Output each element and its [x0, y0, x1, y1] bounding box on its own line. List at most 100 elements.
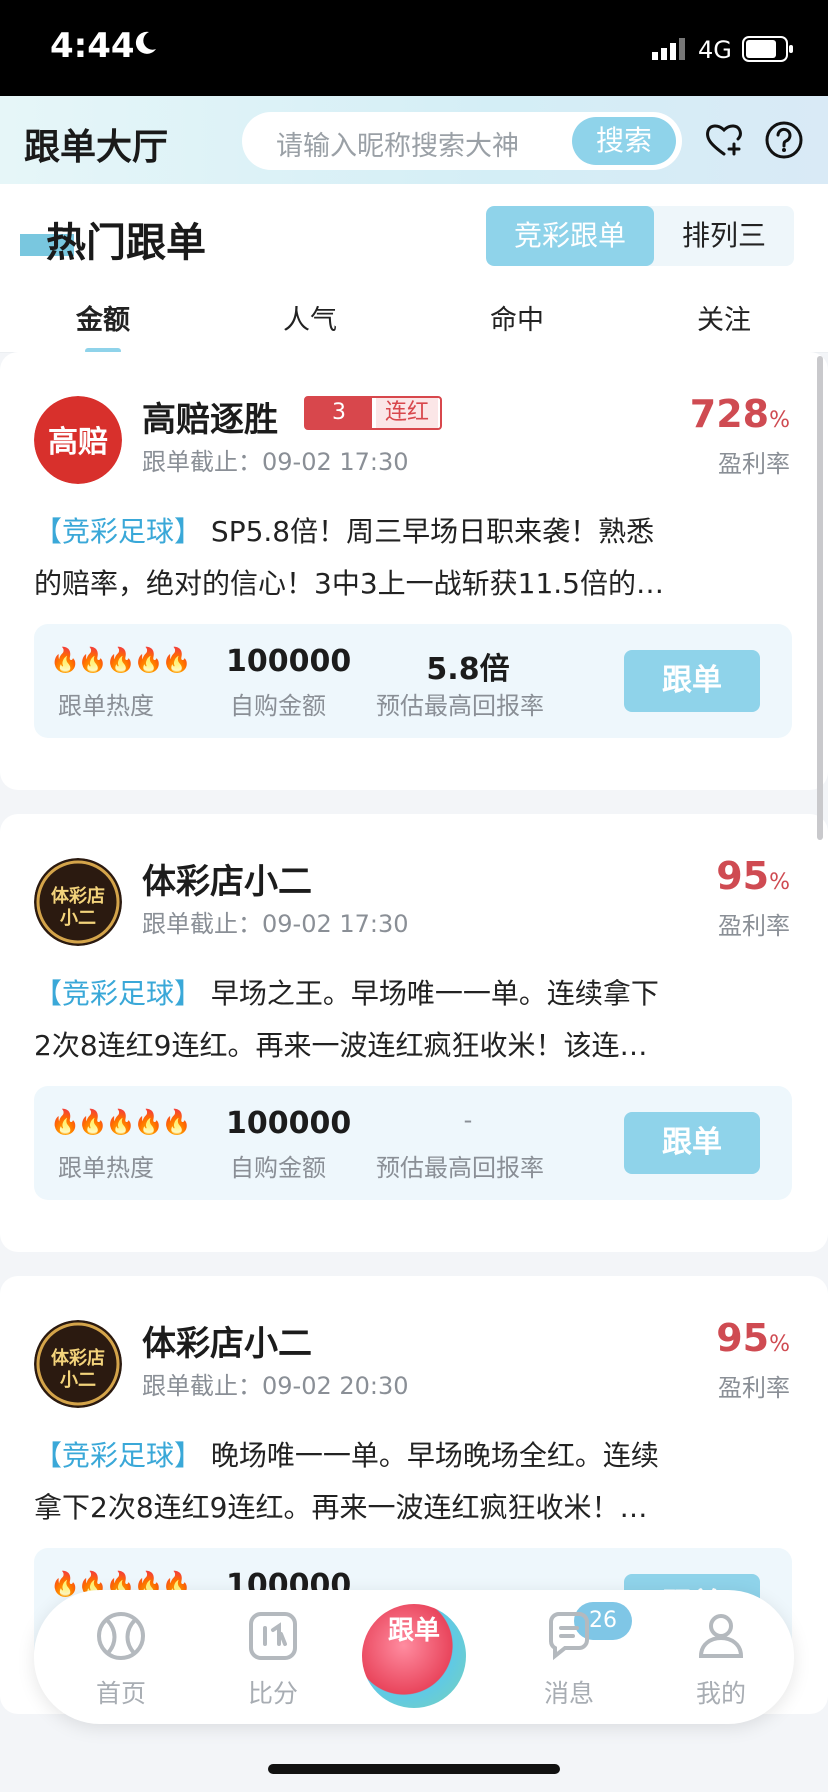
sport-tag: 【竞彩足球】	[34, 977, 203, 1010]
svg-text:体彩店: 体彩店	[51, 1347, 105, 1369]
expert-name[interactable]: 体彩店小二	[142, 854, 312, 903]
self-buy-amount: 100000	[226, 1106, 352, 1141]
rate-value: 95	[716, 1316, 770, 1360]
status-bar: 4:44 4G	[0, 0, 828, 96]
nav-messages[interactable]: 消息	[514, 1608, 624, 1710]
tab-popularity[interactable]: 人气	[250, 298, 370, 337]
heat-label: 跟单热度	[58, 692, 154, 720]
rate-value: 728	[689, 392, 770, 436]
max-return-value: -	[463, 1106, 473, 1134]
svg-text:小二: 小二	[60, 908, 96, 929]
status-time: 4:44	[50, 26, 135, 66]
profit-rate: 95%	[716, 854, 790, 898]
svg-text:体彩店: 体彩店	[51, 885, 105, 907]
moon-icon	[135, 31, 156, 54]
plan-stats: 🔥🔥🔥🔥🔥 跟单热度 100000 自购金额 5.8倍 预估最高回报率 跟单	[34, 624, 792, 738]
nav-label: 消息	[543, 1679, 594, 1708]
tab-label: 命中	[490, 305, 544, 336]
nav-score[interactable]: 比分	[218, 1608, 328, 1710]
nav-profile[interactable]: 我的	[666, 1608, 776, 1710]
tab-label: 关注	[697, 305, 751, 336]
rate-label: 盈利率	[718, 450, 790, 478]
hot-section: 热门跟单 竞彩跟单 排列三 金额 人气 命中 关注	[0, 184, 828, 354]
tab-label: 金额	[76, 305, 130, 336]
follow-button[interactable]: 跟单	[624, 1112, 760, 1174]
plan-description: 【竞彩足球】 SP5.8倍！周三早场日职来袭！熟悉 的赔率，绝对的信心！3中3上…	[34, 506, 794, 610]
svg-text:小二: 小二	[60, 1370, 96, 1391]
streak-count: 3	[306, 398, 372, 428]
user-icon	[698, 1614, 744, 1658]
rate-label: 盈利率	[718, 1374, 790, 1402]
streak-label: 连红	[376, 398, 438, 428]
nav-label: 跟单	[387, 1616, 440, 1646]
profit-rate: 95%	[716, 1316, 790, 1360]
deadline-text: 跟单截止：09-02 17:30	[142, 910, 409, 938]
self-buy-amount: 100000	[226, 644, 352, 679]
bottom-nav: 首页 比分 跟单 26 消息 我的	[34, 1590, 794, 1724]
tab-label: 人气	[283, 305, 337, 336]
ball-icon	[97, 1612, 145, 1660]
expert-name[interactable]: 高赔逐胜	[142, 392, 278, 441]
nav-home[interactable]: 首页	[66, 1608, 176, 1710]
sport-tag: 【竞彩足球】	[34, 515, 203, 548]
avatar: 高赔	[34, 396, 122, 484]
follow-card[interactable]: 高赔 高赔逐胜 3 连红 跟单截止：09-02 17:30 728% 盈利率 【…	[0, 352, 828, 790]
plan-description: 【竞彩足球】 早场之王。早场唯一一单。连续拿下 2次8连红9连红。再来一波连红疯…	[34, 968, 794, 1072]
heart-plus-icon[interactable]	[704, 120, 744, 160]
streak-badge: 3 连红	[304, 396, 442, 430]
segment-jingcai[interactable]: 竞彩跟单	[486, 206, 654, 266]
follow-card[interactable]: 体彩店 小二 体彩店小二 跟单截止：09-02 17:30 95% 盈利率 【竞彩…	[0, 814, 828, 1252]
sort-tabs: 金额 人气 命中 关注	[0, 288, 828, 354]
desc-line-1: SP5.8倍！周三早场日职来袭！熟悉	[202, 515, 655, 548]
nav-follow[interactable]: 跟单	[362, 1604, 466, 1708]
plan-description: 【竞彩足球】 晚场唯一一单。早场晚场全红。连续 拿下2次8连红9连红。再来一波连…	[34, 1430, 794, 1534]
home-indicator[interactable]	[268, 1764, 560, 1774]
deadline-text: 跟单截止：09-02 20:30	[142, 1372, 409, 1400]
max-return-label: 预估最高回报率	[376, 692, 544, 720]
signal-icon	[652, 38, 685, 60]
max-return-value: 5.8倍	[426, 652, 510, 687]
follow-button[interactable]: 跟单	[624, 650, 760, 712]
svg-text:高赔: 高赔	[48, 425, 108, 460]
score-board-icon	[249, 1612, 297, 1660]
page-title: 跟单大厅	[24, 127, 169, 168]
profit-rate: 728%	[689, 392, 790, 436]
battery-icon	[742, 36, 793, 62]
search-input[interactable]: 请输入昵称搜索大神	[276, 124, 519, 163]
plan-stats: 🔥🔥🔥🔥🔥 跟单热度 100000 自购金额 - 预估最高回报率 跟单	[34, 1086, 792, 1200]
max-return-label: 预估最高回报率	[376, 1154, 544, 1182]
segment-pailie3[interactable]: 排列三	[654, 206, 794, 266]
search-bar[interactable]: 请输入昵称搜索大神 搜索	[242, 112, 682, 170]
network-type: 4G	[698, 36, 732, 64]
heat-label: 跟单热度	[58, 1154, 154, 1182]
nav-label: 我的	[695, 1679, 746, 1708]
flame-rating-icon: 🔥🔥🔥🔥🔥	[50, 646, 191, 674]
section-title: 热门跟单	[46, 220, 206, 266]
tab-hit[interactable]: 命中	[457, 298, 577, 337]
help-icon[interactable]	[764, 120, 804, 160]
scrollbar[interactable]	[817, 356, 823, 840]
self-buy-label: 自购金额	[230, 692, 326, 720]
desc-line-2: 拿下2次8连红9连红。再来一波连红疯狂收米！…	[34, 1491, 648, 1524]
top-header: 跟单大厅 请输入昵称搜索大神 搜索	[0, 96, 828, 184]
search-button[interactable]: 搜索	[572, 117, 676, 165]
avatar: 体彩店小二	[34, 858, 122, 946]
desc-line-2: 的赔率，绝对的信心！3中3上一战斩获11.5倍的…	[34, 567, 664, 600]
self-buy-label: 自购金额	[230, 1154, 326, 1182]
desc-line-1: 晚场唯一一单。早场晚场全红。连续	[202, 1439, 659, 1472]
sport-tag: 【竞彩足球】	[34, 1439, 203, 1472]
expert-name[interactable]: 体彩店小二	[142, 1316, 312, 1365]
message-icon	[548, 1612, 589, 1661]
rate-value: 95	[716, 854, 770, 898]
nav-label: 比分	[247, 1679, 298, 1708]
avatar: 体彩店小二	[34, 1320, 122, 1408]
flame-rating-icon: 🔥🔥🔥🔥🔥	[50, 1108, 191, 1136]
lottery-type-switch: 竞彩跟单 排列三	[486, 206, 794, 266]
nav-label: 首页	[95, 1679, 146, 1708]
tab-amount[interactable]: 金额	[43, 298, 163, 354]
desc-line-1: 早场之王。早场唯一一单。连续拿下	[202, 977, 659, 1010]
deadline-text: 跟单截止：09-02 17:30	[142, 448, 409, 476]
desc-line-2: 2次8连红9连红。再来一波连红疯狂收米！该连…	[34, 1029, 648, 1062]
rate-label: 盈利率	[718, 912, 790, 940]
tab-follow[interactable]: 关注	[664, 298, 784, 337]
